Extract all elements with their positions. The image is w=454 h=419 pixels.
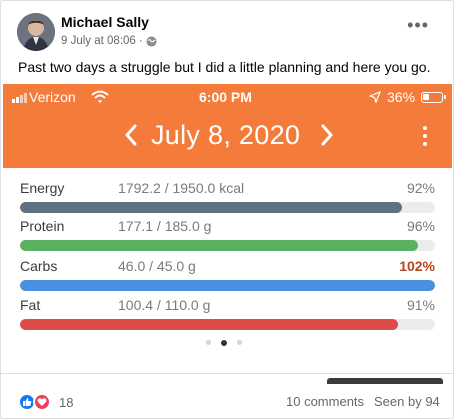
- battery-level: [423, 94, 430, 100]
- nutrient-percent: 102%: [399, 258, 435, 274]
- nutrient-label: Protein: [20, 218, 65, 234]
- app-header: Verizon 6:00 PM 36% July 8, 2020: [3, 84, 452, 168]
- reactions-summary[interactable]: 18: [18, 393, 73, 411]
- progress-track: [20, 319, 435, 330]
- date-navigator: July 8, 2020: [3, 118, 452, 158]
- nutrient-percent: 91%: [406, 297, 435, 313]
- location-arrow-icon: [369, 91, 381, 103]
- nutrient-percent: 96%: [406, 218, 435, 234]
- status-time: 6:00 PM: [199, 89, 252, 105]
- signal-icon: [12, 93, 27, 103]
- comments-count-link[interactable]: 10 comments: [286, 394, 364, 409]
- progress-fill: [20, 280, 435, 291]
- page-dot[interactable]: [221, 339, 227, 346]
- progress-track: [20, 280, 435, 291]
- meta-separator: ·: [138, 35, 143, 47]
- carrier-name: Verizon: [29, 89, 76, 105]
- seen-by-count[interactable]: Seen by 94: [374, 394, 440, 409]
- nutrient-label: Energy: [20, 180, 65, 196]
- globe-icon: [146, 35, 157, 47]
- facebook-post: Michael Sally 9 July at 08:06 · ••• Past…: [0, 0, 454, 419]
- progress-track: [20, 240, 435, 251]
- nutrient-value: 177.1 / 185.0 g: [118, 218, 212, 234]
- status-bar: Verizon 6:00 PM 36%: [3, 88, 452, 106]
- progress-fill: [20, 240, 419, 251]
- profile-photo: [17, 13, 55, 51]
- kebab-menu-icon[interactable]: [423, 126, 429, 148]
- more-options-button[interactable]: •••: [407, 15, 429, 36]
- post-caption: Past two days a struggle but I did a lit…: [18, 59, 431, 75]
- reaction-count: 18: [59, 394, 74, 410]
- chevron-right-icon[interactable]: [317, 122, 337, 148]
- author-name[interactable]: Michael Sally: [61, 14, 149, 30]
- wifi-icon: [91, 90, 109, 103]
- nutrient-percent: 92%: [406, 180, 435, 196]
- love-reaction-icon: [33, 393, 51, 411]
- progress-fill: [20, 202, 402, 213]
- next-attachment-edge: [327, 378, 443, 384]
- nutrient-label: Carbs: [20, 258, 58, 274]
- post-date[interactable]: 9 July at 08:06: [61, 35, 136, 47]
- page-indicator[interactable]: [206, 339, 242, 346]
- nutrient-value: 1792.2 / 1950.0 kcal: [118, 180, 245, 196]
- nutrient-label: Fat: [20, 297, 41, 313]
- chevron-left-icon[interactable]: [121, 122, 141, 148]
- nutrient-value: 100.4 / 110.0 g: [118, 297, 211, 313]
- battery-icon: [421, 92, 446, 103]
- nutrient-value: 46.0 / 45.0 g: [118, 258, 196, 274]
- page-dot[interactable]: [237, 340, 242, 345]
- page-dot[interactable]: [206, 340, 211, 345]
- progress-fill: [20, 319, 398, 330]
- post-meta: 9 July at 08:06 ·: [61, 35, 157, 47]
- divider: [1, 373, 454, 374]
- current-date[interactable]: July 8, 2020: [151, 120, 300, 151]
- battery-percent: 36%: [387, 89, 416, 105]
- progress-track: [20, 202, 435, 213]
- attached-screenshot[interactable]: Verizon 6:00 PM 36% July 8, 2020 Energy …: [3, 84, 452, 367]
- avatar[interactable]: [17, 13, 55, 51]
